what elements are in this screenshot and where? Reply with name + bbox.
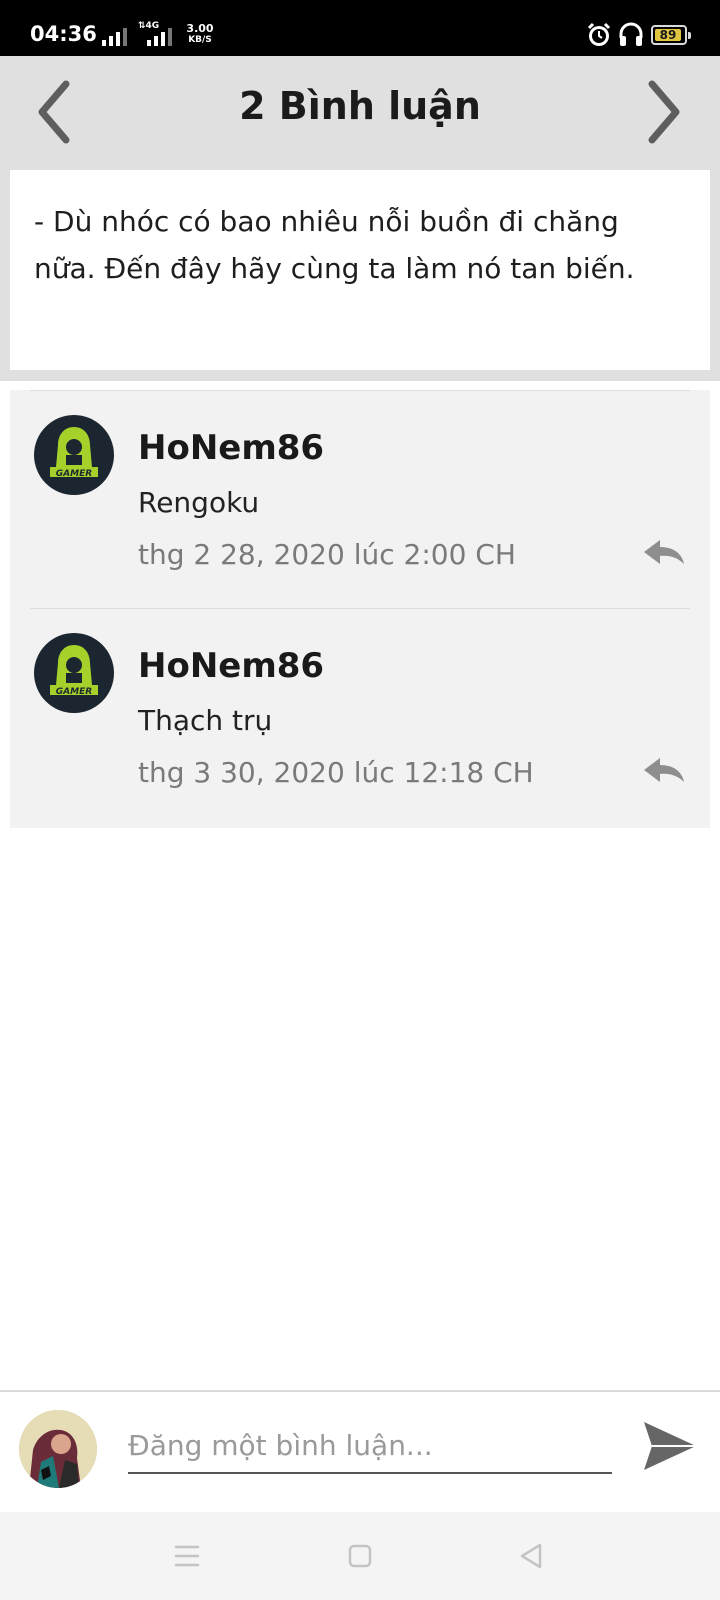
divider: [30, 390, 690, 391]
home-icon[interactable]: [348, 1544, 372, 1568]
battery-indicator: 89: [651, 25, 691, 45]
chevron-left-icon[interactable]: [30, 78, 78, 146]
avatar[interactable]: GAMER: [34, 633, 114, 713]
user-avatar[interactable]: [19, 1410, 97, 1488]
post-text-line: - Dù nhóc có bao nhiêu nỗi buồn đi chăng: [34, 205, 619, 238]
comment-item: GAMER HoNem86 Rengoku thg 2 28, 2020 lúc…: [10, 390, 710, 608]
comment-timestamp: thg 2 28, 2020 lúc 2:00 CH: [138, 538, 516, 571]
signal-icon: [102, 28, 127, 46]
alarm-icon: [587, 22, 611, 46]
user-photo-icon: [19, 1410, 97, 1488]
headset-icon: [619, 22, 643, 46]
header: 2 Bình luận: [0, 56, 720, 168]
gamer-avatar-icon: GAMER: [50, 427, 98, 479]
back-icon[interactable]: [518, 1542, 544, 1570]
comment-composer: [0, 1390, 720, 1512]
avatar[interactable]: GAMER: [34, 415, 114, 495]
status-bar: 04:36 ⇅4G 3.00 KB/S 89: [0, 0, 720, 56]
reply-icon[interactable]: [642, 536, 686, 568]
network-speed: 3.00 KB/S: [186, 22, 214, 46]
battery-level: 89: [659, 28, 677, 42]
status-time: 04:36: [30, 22, 97, 46]
svg-text:GAMER: GAMER: [56, 469, 92, 479]
system-navigation-bar: [0, 1512, 720, 1600]
chevron-right-icon[interactable]: [640, 78, 688, 146]
post-card: - Dù nhóc có bao nhiêu nỗi buồn đi chăng…: [10, 170, 710, 370]
gamer-avatar-icon: GAMER: [50, 645, 98, 697]
comment-text: Thạch trụ: [138, 704, 273, 737]
menu-icon[interactable]: [174, 1544, 200, 1568]
signal-icon-2: [147, 28, 172, 46]
comment-list: GAMER HoNem86 Rengoku thg 2 28, 2020 lúc…: [10, 390, 710, 828]
comment-author[interactable]: HoNem86: [138, 428, 324, 468]
comment-timestamp: thg 3 30, 2020 lúc 12:18 CH: [138, 756, 534, 789]
comment-text: Rengoku: [138, 486, 260, 519]
comment-input[interactable]: [128, 1418, 612, 1474]
svg-text:GAMER: GAMER: [56, 687, 92, 697]
comment-item: GAMER HoNem86 Thạch trụ thg 3 30, 2020 l…: [10, 608, 710, 826]
post-container: - Dù nhóc có bao nhiêu nỗi buồn đi chăng…: [0, 168, 720, 381]
post-text: - Dù nhóc có bao nhiêu nỗi buồn đi chăng…: [34, 198, 686, 292]
divider: [30, 608, 690, 609]
post-text-line: nữa. Đến đây hãy cùng ta làm nó tan biến…: [34, 252, 635, 285]
send-icon[interactable]: [640, 1418, 700, 1474]
reply-icon[interactable]: [642, 754, 686, 786]
comment-author[interactable]: HoNem86: [138, 646, 324, 686]
page-title: 2 Bình luận: [239, 84, 481, 128]
